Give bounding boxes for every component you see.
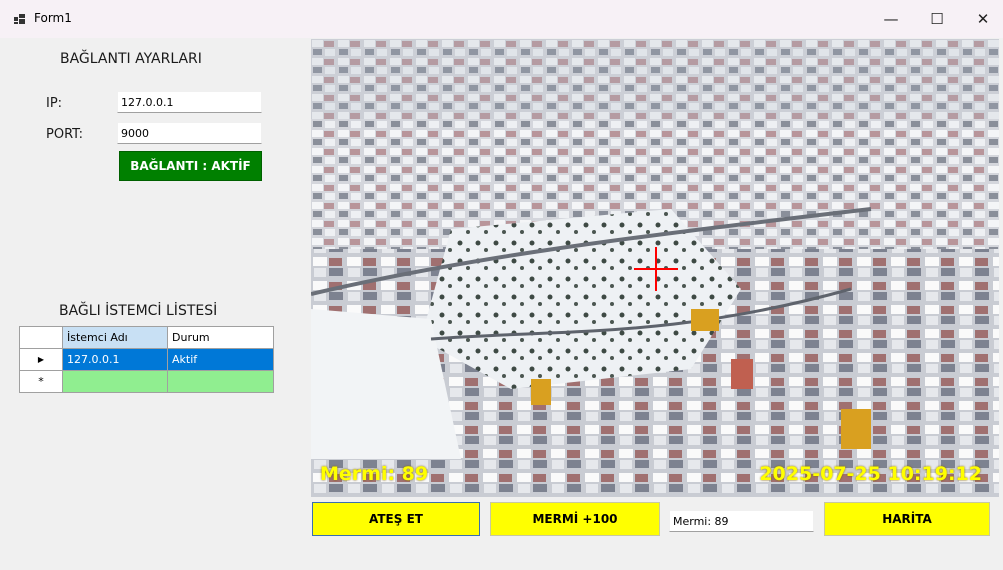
cell-status[interactable]: Aktif (167, 348, 274, 371)
grid-header-row: İstemci Adı Durum (19, 326, 274, 349)
crosshair-icon (634, 247, 678, 291)
close-button[interactable]: ✕ (960, 0, 1003, 38)
map-button[interactable]: HARİTA (824, 502, 990, 536)
timestamp-overlay: 2025-07-25 10:19:12 (759, 463, 982, 485)
camera-feed[interactable]: Mermi: 89 2025-07-25 10:19:12 (311, 39, 999, 497)
connection-settings-heading: BAĞLANTI AYARLARI (60, 51, 202, 67)
cell-client-name[interactable]: 127.0.0.1 (62, 348, 168, 371)
window-title: Form1 (34, 11, 72, 25)
ammo-overlay: Mermi: 89 (320, 463, 429, 485)
new-cell-client-name[interactable] (62, 370, 168, 393)
ip-input[interactable] (117, 91, 262, 113)
fire-button[interactable]: ATEŞ ET (312, 502, 480, 536)
connection-status-button[interactable]: BAĞLANTI : AKTİF (119, 151, 262, 181)
ip-label: IP: (46, 96, 63, 111)
row-selector-arrow-icon[interactable]: ▶ (19, 348, 63, 371)
new-row-marker[interactable]: * (19, 370, 63, 393)
column-header-status[interactable]: Durum (167, 326, 274, 349)
maximize-button[interactable]: ☐ (914, 0, 960, 38)
title-bar: Form1 — ☐ ✕ (0, 0, 1003, 38)
table-row[interactable]: ▶ 127.0.0.1 Aktif (19, 348, 274, 371)
client-list-heading: BAĞLI İSTEMCİ LİSTESİ (59, 303, 218, 319)
minimize-button[interactable]: — (868, 0, 914, 38)
column-header-client-name[interactable]: İstemci Adı (62, 326, 168, 349)
new-row[interactable]: * (19, 370, 274, 393)
app-icon (14, 14, 25, 24)
add-ammo-button[interactable]: MERMİ +100 (490, 502, 660, 536)
port-input[interactable] (117, 122, 262, 144)
row-header-corner (19, 326, 63, 349)
new-cell-status[interactable] (167, 370, 274, 393)
port-label: PORT: (46, 127, 84, 142)
client-grid[interactable]: İstemci Adı Durum ▶ 127.0.0.1 Aktif * (19, 326, 274, 393)
ammo-count-field[interactable] (669, 510, 814, 532)
